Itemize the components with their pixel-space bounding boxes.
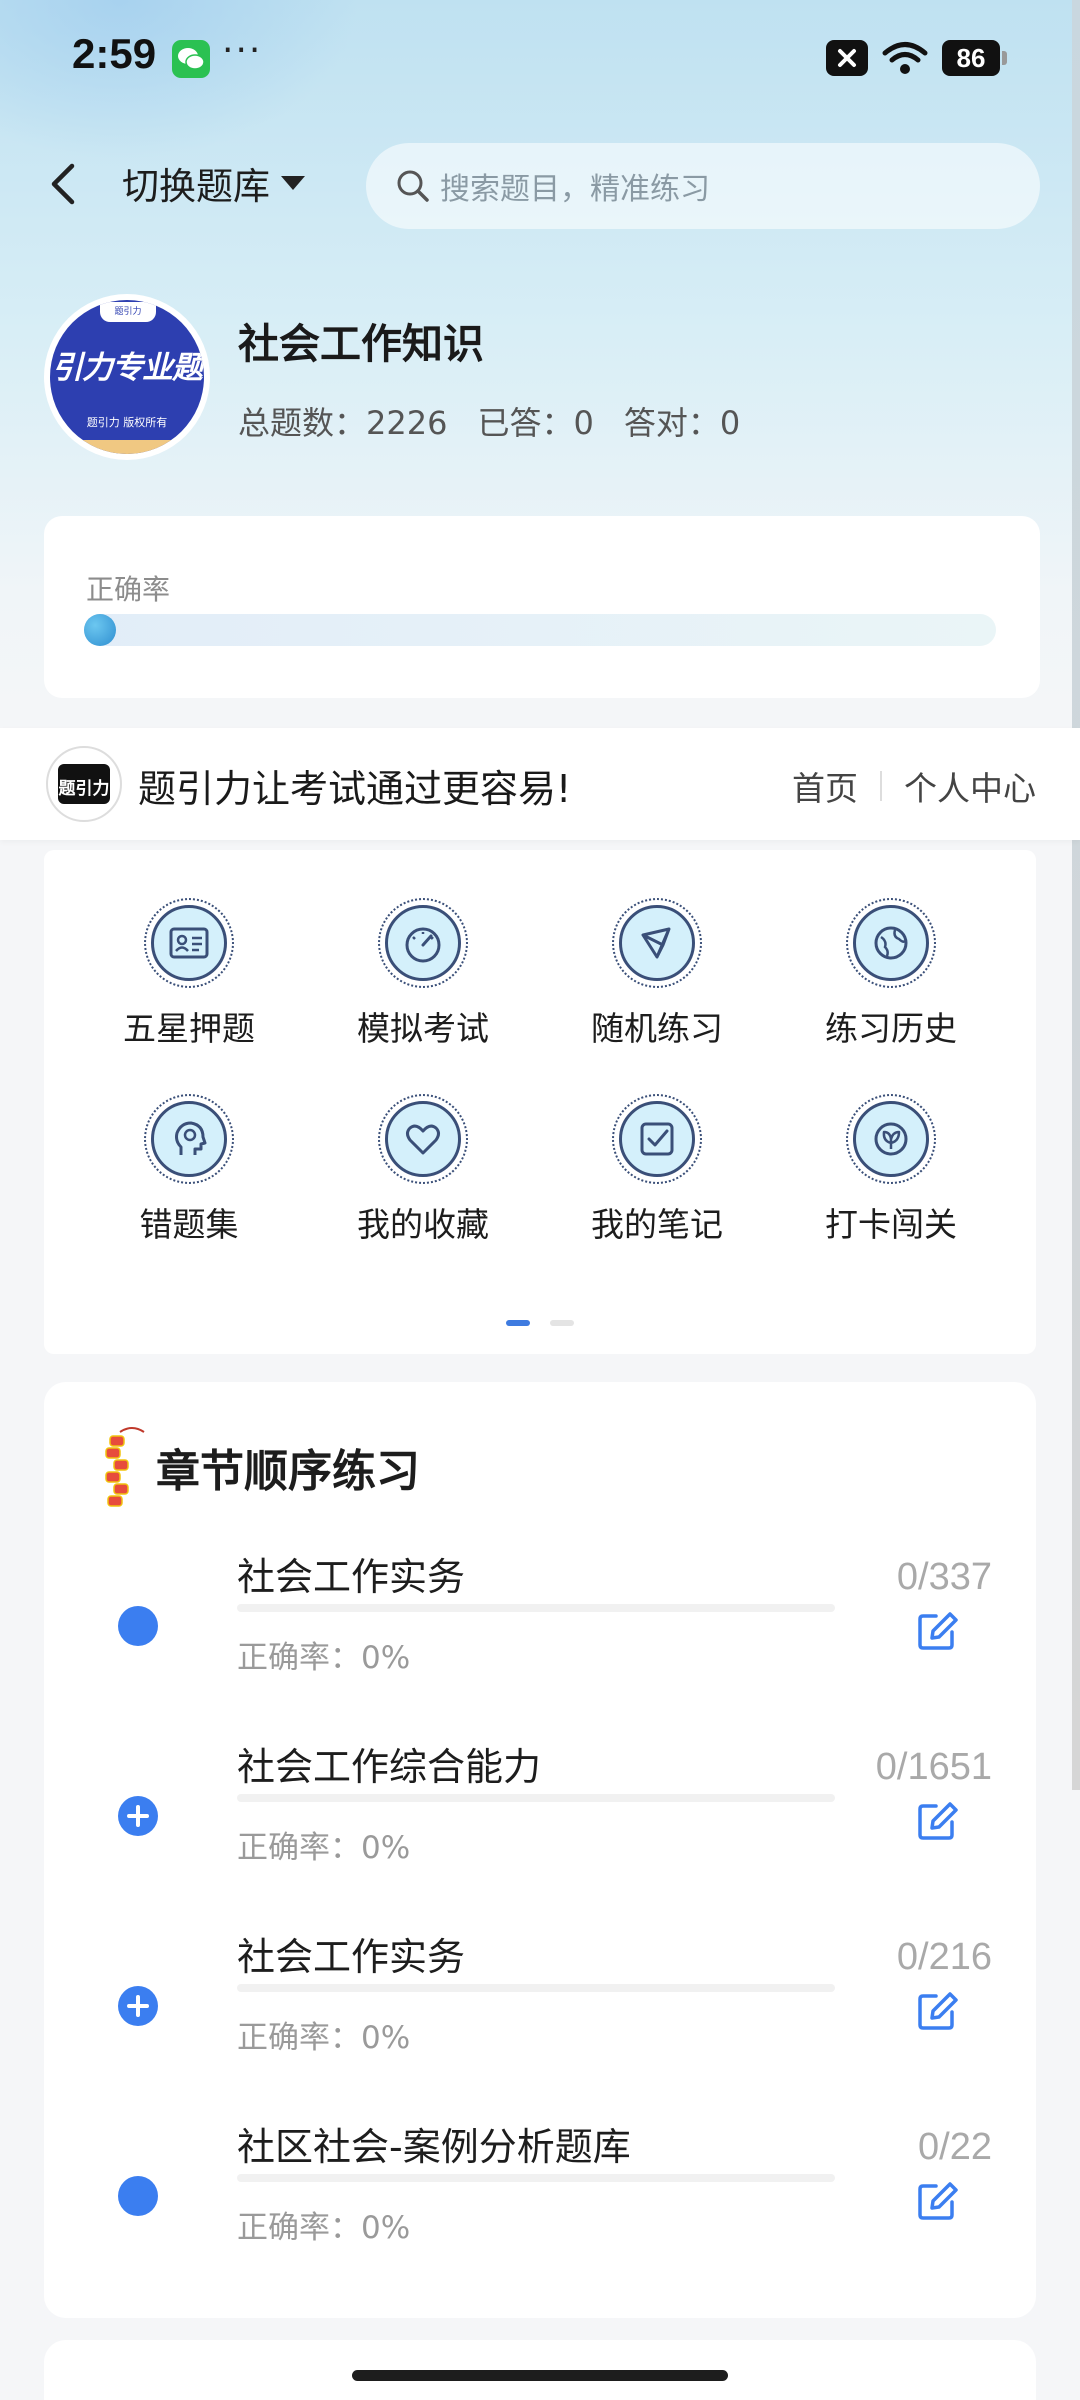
feature-mock-exam[interactable]: 模拟考试 <box>306 898 540 1050</box>
brand-logo-text: 题引力 <box>59 778 110 799</box>
home-indicator[interactable] <box>352 2370 728 2381</box>
chapter-section-title: 章节顺序练习 <box>156 1446 420 1497</box>
accuracy-progress-bar <box>84 614 996 646</box>
edit-icon[interactable] <box>914 1988 960 2034</box>
chapter-progress-bar <box>237 1984 835 1992</box>
back-arrow-icon[interactable] <box>44 160 84 208</box>
feature-wrong-questions[interactable]: 错题集 <box>72 1094 306 1246</box>
feature-label: 练习历史 <box>825 1009 957 1048</box>
answered-count: 已答：0 <box>477 404 594 442</box>
feature-check-in[interactable]: 打卡闯关 <box>774 1094 1008 1246</box>
correct-count: 答对：0 <box>623 404 741 442</box>
banner-slogan: 题引力让考试通过更容易! <box>138 767 572 811</box>
head-icon <box>151 1101 227 1177</box>
chapter-row[interactable]: 社区社会-案例分析题库 正确率：0% 0/22 <box>44 2116 1036 2306</box>
network-icon <box>619 905 695 981</box>
scrollbar[interactable] <box>1072 0 1080 1790</box>
leaf-icon <box>853 1101 929 1177</box>
bank-logo: 题引力 引力专业题 题引力 版权所有 <box>44 294 210 460</box>
accuracy-progress-knob <box>84 614 116 646</box>
feature-label: 五星押题 <box>123 1009 255 1048</box>
profile-link[interactable]: 个人中心 <box>904 762 1036 810</box>
gauge-icon <box>385 905 461 981</box>
chapter-practice-card: 章节顺序练习 社会工作实务 正确率：0% 0/337 社会工作综合能力 正确率：… <box>44 1382 1036 2318</box>
firecracker-icon <box>105 1427 145 1507</box>
chapter-name: 社区社会-案例分析题库 <box>237 2125 631 2169</box>
chapter-accuracy: 正确率：0% <box>237 1830 411 1866</box>
feature-favorites[interactable]: 我的收藏 <box>306 1094 540 1246</box>
feature-practice-history[interactable]: 练习历史 <box>774 898 1008 1050</box>
accuracy-label: 正确率 <box>86 573 171 606</box>
expand-plus-icon[interactable] <box>118 1796 158 1836</box>
heart-icon <box>385 1101 461 1177</box>
page-dot-active <box>506 1320 530 1326</box>
chapter-accuracy: 正确率：0% <box>237 2020 411 2056</box>
feature-label: 打卡闯关 <box>825 1205 957 1244</box>
search-icon <box>397 170 429 202</box>
note-check-icon <box>619 1101 695 1177</box>
chapter-progress-bar <box>237 1794 835 1802</box>
chapter-count: 0/1651 <box>875 1746 992 1788</box>
logo-stripe <box>50 440 204 454</box>
feature-notes[interactable]: 我的笔记 <box>540 1094 774 1246</box>
accuracy-card: 正确率 <box>44 516 1040 698</box>
feature-label: 模拟考试 <box>357 1009 489 1048</box>
edit-icon[interactable] <box>914 1798 960 1844</box>
chapter-progress-bar <box>237 1604 835 1612</box>
chapter-row[interactable]: 社会工作综合能力 正确率：0% 0/1651 <box>44 1736 1036 1926</box>
switch-bank-label: 切换题库 <box>122 165 270 208</box>
chapter-count: 0/337 <box>896 1556 992 1598</box>
logo-caption: 题引力 版权所有 <box>86 416 168 429</box>
bank-stats: 总题数：2226 已答：0 答对：0 <box>238 398 740 444</box>
page-indicator <box>506 1320 574 1326</box>
more-notifications-icon: ··· <box>222 30 263 71</box>
chapter-name: 社会工作综合能力 <box>237 1745 542 1789</box>
edit-icon[interactable] <box>914 2178 960 2224</box>
logo-text: 引力专业题 <box>52 350 203 386</box>
chapter-row[interactable]: 社会工作实务 正确率：0% 0/216 <box>44 1926 1036 2116</box>
caret-down-icon <box>281 176 305 190</box>
feature-grid: 五星押题 模拟考试 随机练习 练习历史 错题集 我的收藏 我的笔记 打卡闯关 <box>44 898 1036 1246</box>
chapter-count: 0/216 <box>896 1936 992 1978</box>
link-divider <box>880 771 882 801</box>
feature-label: 错题集 <box>139 1205 239 1244</box>
wifi-icon <box>882 42 928 74</box>
feature-random-practice[interactable]: 随机练习 <box>540 898 774 1050</box>
switch-bank-dropdown[interactable]: 切换题库 <box>122 156 306 210</box>
battery-indicator: 86 <box>942 40 1007 76</box>
feature-label: 我的收藏 <box>357 1205 489 1244</box>
status-bar: 2:59 ··· 86 <box>0 0 1080 120</box>
feature-label: 随机练习 <box>591 1009 723 1048</box>
total-questions: 总题数：2226 <box>238 404 448 442</box>
search-placeholder: 搜索题目，精准练习 <box>440 172 710 207</box>
close-box-icon <box>826 40 868 76</box>
chapter-bullet-icon <box>118 1606 158 1646</box>
id-card-icon <box>151 905 227 981</box>
chapter-bullet-icon <box>118 2176 158 2216</box>
brand-banner: 题引力 题引力让考试通过更容易! 首页 个人中心 <box>0 728 1080 840</box>
chapter-name: 社会工作实务 <box>237 1935 466 1979</box>
brand-logo-icon: 题引力 <box>46 746 122 822</box>
page-dot <box>550 1320 574 1326</box>
feature-grid-card: 五星押题 模拟考试 随机练习 练习历史 错题集 我的收藏 我的笔记 打卡闯关 <box>44 850 1036 1354</box>
bank-title: 社会工作知识 <box>238 320 484 368</box>
status-time: 2:59 <box>72 30 157 77</box>
globe-icon <box>853 905 929 981</box>
chapter-accuracy: 正确率：0% <box>237 1640 411 1676</box>
chapter-name: 社会工作实务 <box>237 1555 466 1599</box>
expand-plus-icon[interactable] <box>118 1986 158 2026</box>
chapter-accuracy: 正确率：0% <box>237 2210 411 2246</box>
chapter-count: 0/22 <box>918 2126 992 2168</box>
wechat-icon <box>172 40 210 78</box>
chapter-progress-bar <box>237 2174 835 2182</box>
feature-label: 我的笔记 <box>591 1205 723 1244</box>
logo-tag: 题引力 <box>100 302 156 322</box>
edit-icon[interactable] <box>914 1608 960 1654</box>
feature-five-star[interactable]: 五星押题 <box>72 898 306 1050</box>
search-input[interactable]: 搜索题目，精准练习 <box>366 143 1040 229</box>
home-link[interactable]: 首页 <box>792 762 858 810</box>
chapter-row[interactable]: 社会工作实务 正确率：0% 0/337 <box>44 1546 1036 1736</box>
